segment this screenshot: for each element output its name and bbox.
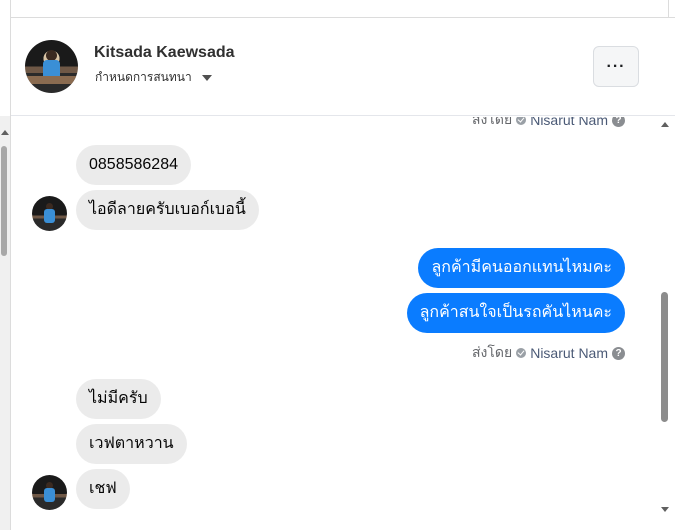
scroll-down-icon[interactable]	[661, 507, 669, 512]
question-icon[interactable]: ?	[612, 346, 625, 360]
message-thread: ส่งโดย Nisarut Nam ? 0858586284 ไอดีลายค…	[11, 117, 656, 530]
conversation-status-label: กำหนดการสนทนา	[95, 70, 192, 84]
incoming-message[interactable]: ไอดีลายครับเบอก์เบอนี้	[76, 190, 259, 230]
outgoing-message[interactable]: ลูกค้ามีคนออกแทนไหมคะ	[418, 248, 625, 288]
contact-avatar[interactable]	[25, 40, 78, 93]
contact-name[interactable]: Kitsada Kaewsada	[94, 44, 235, 62]
sent-by-line: ส่งโดย Nisarut Nam ?	[472, 117, 625, 131]
sent-by-agent[interactable]: Nisarut Nam	[530, 345, 608, 361]
sent-by-prefix: ส่งโดย	[472, 117, 513, 127]
sent-by-line: ส่งโดย Nisarut Nam ?	[472, 342, 625, 364]
outer-scroll-up-icon[interactable]	[1, 130, 9, 135]
outer-scrollbar[interactable]	[0, 116, 10, 530]
incoming-message[interactable]: เชฟ	[76, 469, 130, 509]
question-icon[interactable]: ?	[612, 117, 625, 127]
sent-by-prefix: ส่งโดย	[472, 344, 513, 360]
incoming-message[interactable]: 0858586284	[76, 145, 191, 185]
scroll-up-icon[interactable]	[661, 122, 669, 127]
top-right-divider	[668, 0, 669, 17]
check-circle-icon	[516, 117, 527, 125]
thread-scrollbar[interactable]	[656, 117, 675, 530]
conversation-status-dropdown[interactable]: กำหนดการสนทนา	[95, 68, 212, 87]
contact-avatar-small[interactable]	[32, 196, 67, 231]
contact-avatar-small[interactable]	[32, 475, 67, 510]
conversation-header: Kitsada Kaewsada กำหนดการสนทนา ···	[11, 18, 675, 116]
outgoing-message[interactable]: ลูกค้าสนใจเป็นรถคันไหนคะ	[406, 293, 625, 333]
scroll-thumb[interactable]	[661, 292, 668, 422]
incoming-message[interactable]: ไม่มีครับ	[76, 379, 161, 419]
more-options-button[interactable]: ···	[593, 46, 639, 87]
sent-by-agent[interactable]: Nisarut Nam	[530, 117, 608, 128]
outer-scroll-thumb[interactable]	[1, 146, 7, 256]
check-circle-icon	[516, 348, 527, 358]
incoming-message[interactable]: เวฟตาหวาน	[76, 424, 187, 464]
caret-down-icon	[201, 75, 212, 81]
